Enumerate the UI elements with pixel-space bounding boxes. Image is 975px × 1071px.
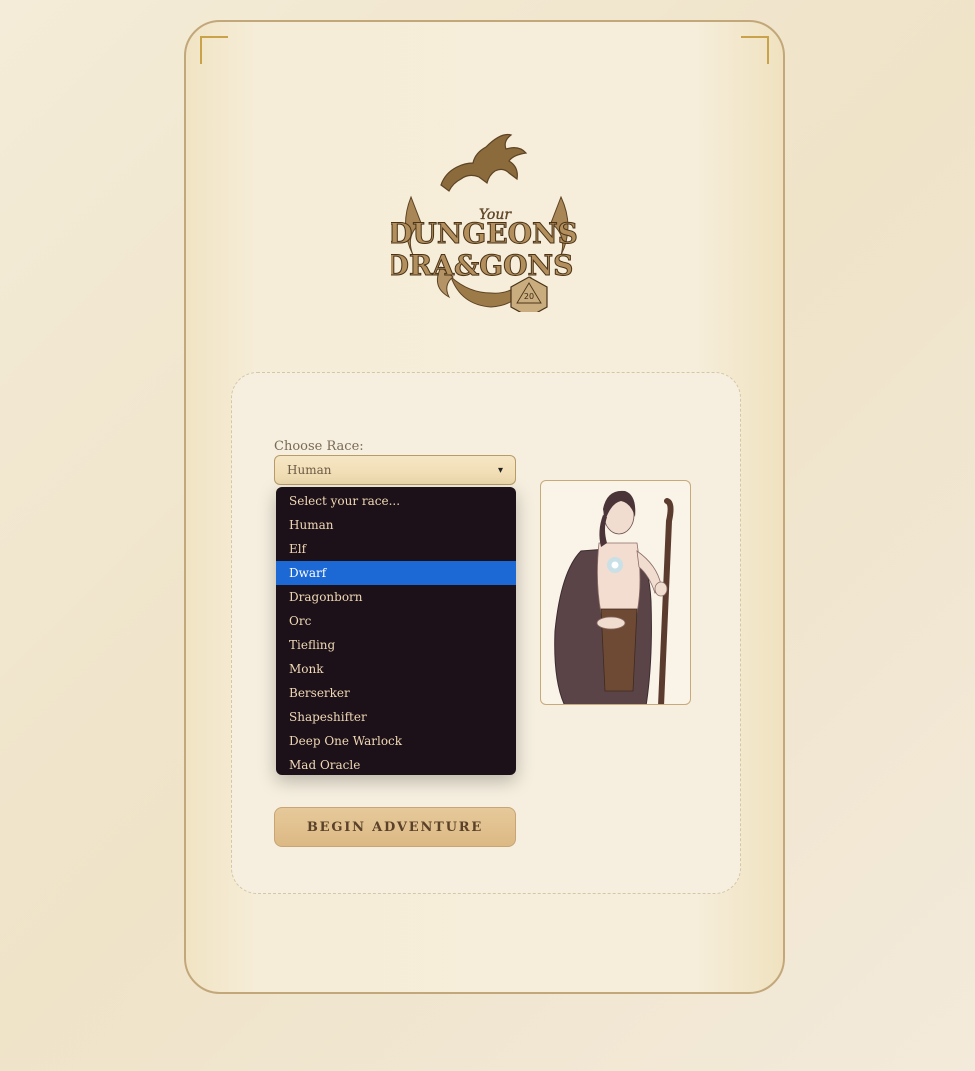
race-dropdown-list[interactable]: Select your race... Human Elf Dwarf Drag… [276,487,516,775]
corner-ornament-top-left [200,36,228,64]
race-option-berserker[interactable]: Berserker [276,681,516,705]
race-option-shapeshifter[interactable]: Shapeshifter [276,705,516,729]
monk-character-illustration [554,490,674,704]
race-option-placeholder[interactable]: Select your race... [276,489,516,513]
dungeons-dragons-logo: Your DUNGEONS DRA&GONS 20 [391,133,578,312]
chevron-down-icon: ▾ [497,464,503,476]
race-option-human[interactable]: Human [276,513,516,537]
race-option-dwarf[interactable]: Dwarf [276,561,516,585]
race-option-deep-one-warlock[interactable]: Deep One Warlock [276,729,516,753]
race-select-value: Human [287,463,332,477]
race-label: Choose Race: [274,439,364,454]
race-option-mad-oracle[interactable]: Mad Oracle [276,753,516,777]
corner-ornament-top-right [741,36,769,64]
svg-text:20: 20 [524,292,534,301]
d20-die-icon: 20 [510,276,548,312]
race-select[interactable]: Human ▾ [274,455,516,485]
race-option-dragonborn[interactable]: Dragonborn [276,585,516,609]
character-portrait [540,480,691,705]
begin-adventure-button[interactable]: BEGIN ADVENTURE [274,807,516,847]
character-creation-card: Your DUNGEONS DRA&GONS 20 Choose Race: H… [184,20,785,994]
race-option-orc[interactable]: Orc [276,609,516,633]
race-option-tiefling[interactable]: Tiefling [276,633,516,657]
race-option-monk[interactable]: Monk [276,657,516,681]
race-selection-panel: Choose Race: Human ▾ Select your race...… [231,372,741,894]
logo-text-dragons: DRA&GONS [391,249,573,282]
race-option-elf[interactable]: Elf [276,537,516,561]
logo-text-dungeons: DUNGEONS [391,217,578,250]
